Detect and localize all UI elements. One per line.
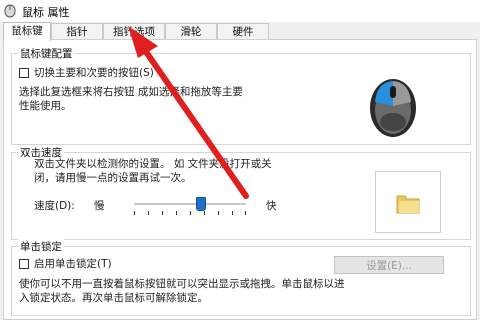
tab-buttons[interactable]: 鼠标键: [3, 22, 51, 41]
annotation-arrow-icon: [128, 26, 249, 199]
